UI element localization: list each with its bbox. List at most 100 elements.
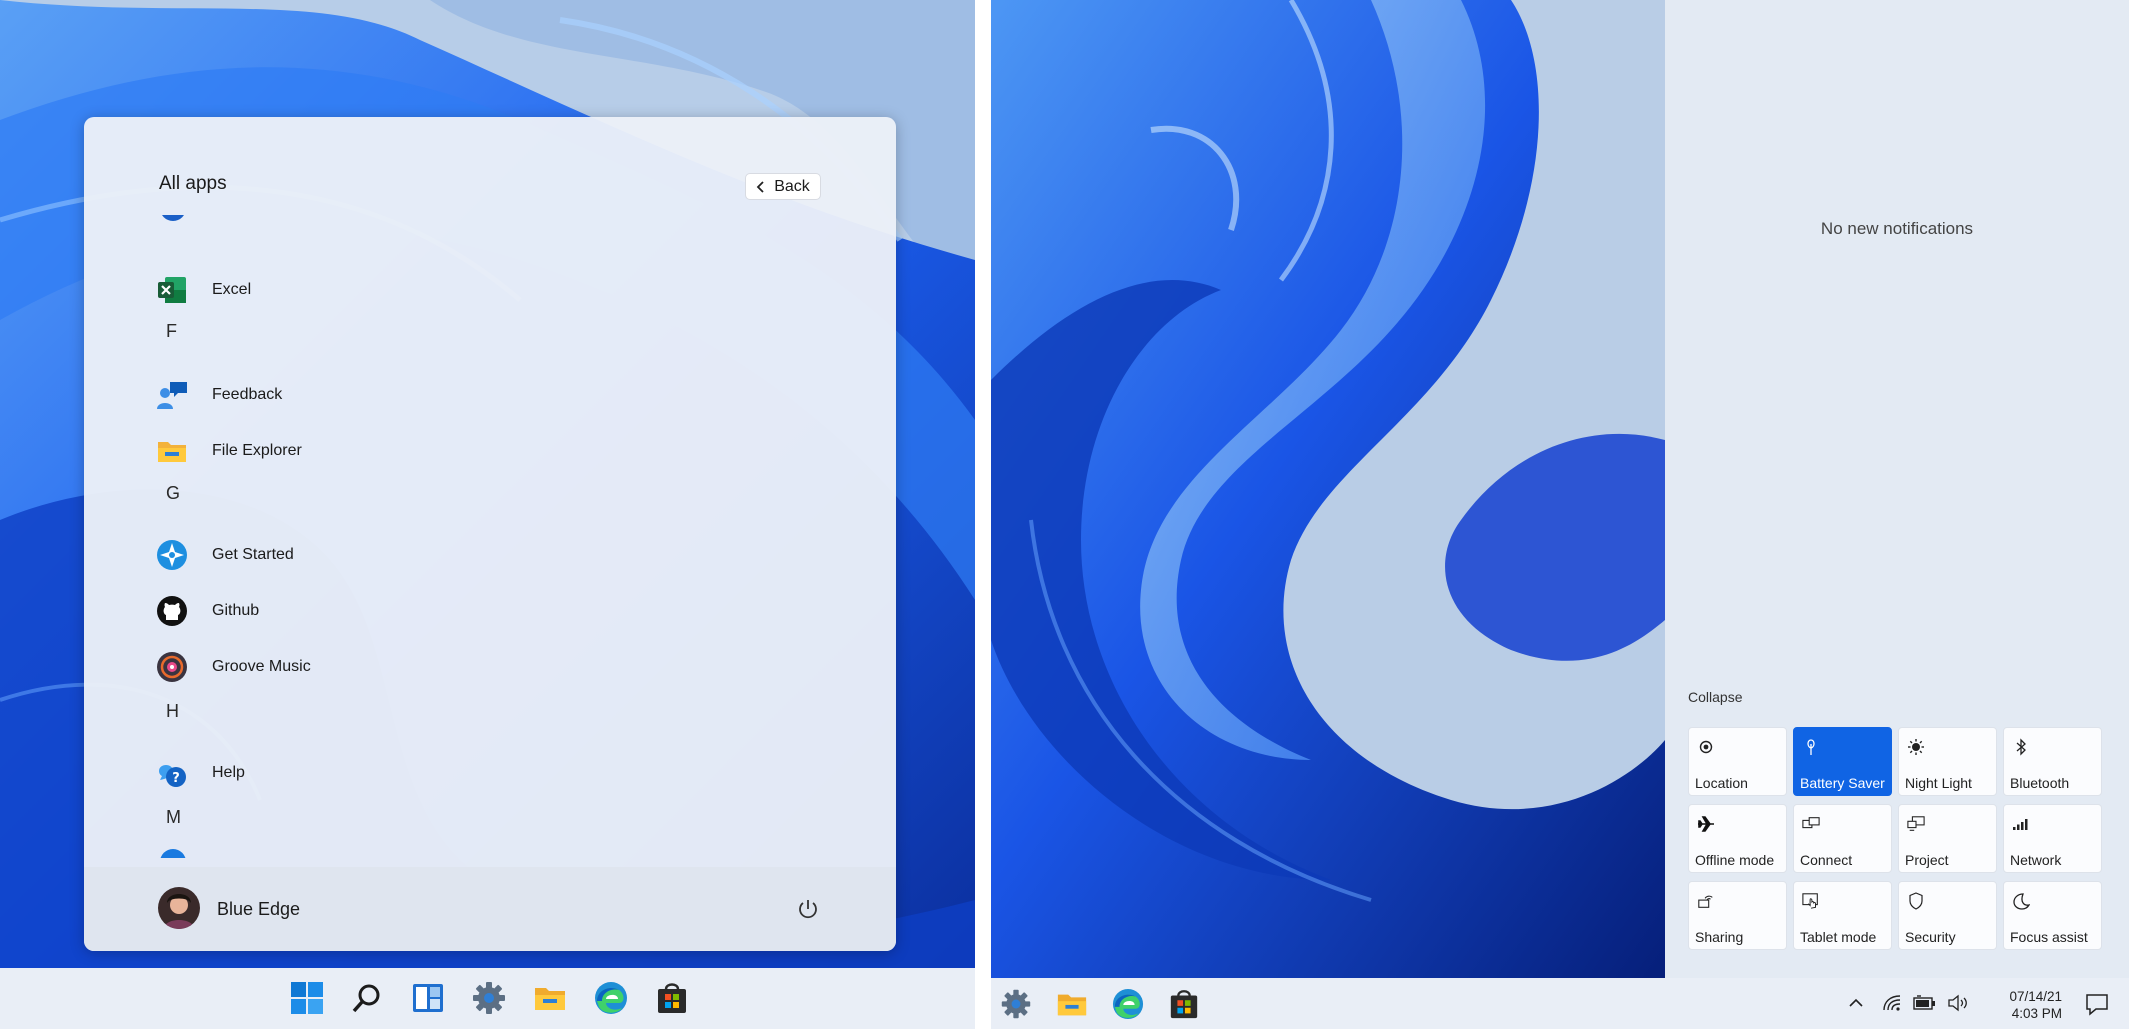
app-item-file-explorer[interactable]: File Explorer [156,431,302,471]
quick-action-battery-saver[interactable]: Battery Saver [1793,727,1892,796]
edge-icon[interactable] [1109,985,1147,1023]
quick-action-bluetooth[interactable]: Bluetooth [2003,727,2102,796]
taskbar: 07/14/21 4:03 PM [991,978,2129,1029]
back-button-label: Back [774,177,810,195]
quick-action-label: Focus assist [2010,929,2088,945]
quick-action-label: Connect [1800,852,1853,868]
tablet-mode-icon [1802,892,1820,910]
app-label: Help [212,764,245,781]
app-label: File Explorer [212,442,302,459]
store-icon[interactable] [652,978,692,1018]
store-icon[interactable] [1165,985,1203,1023]
settings-icon[interactable] [469,978,509,1018]
feedback-icon [156,379,188,411]
airplane-icon [1697,815,1715,833]
section-letter-h[interactable]: H [166,701,179,722]
excel-icon [156,274,188,306]
location-icon [1697,738,1715,756]
quick-action-security[interactable]: Security [1898,881,1997,950]
quick-action-label: Location [1695,775,1748,791]
night-light-icon [1907,738,1925,756]
wallpaper [991,0,1665,978]
start-icon[interactable] [287,978,327,1018]
start-footer: Blue Edge [84,867,896,951]
quick-action-label: Tablet mode [1800,929,1877,945]
notification-panel: No new notifications Collapse Location B… [1665,0,2129,978]
right-screenshot: No new notifications Collapse Location B… [991,0,2129,1029]
app-item-github[interactable]: Github [156,591,259,631]
partial-app-icon [160,215,186,221]
action-center-icon[interactable] [2084,991,2110,1017]
battery-icon[interactable] [1912,991,1936,1015]
quick-action-offline-mode[interactable]: Offline mode [1688,804,1787,873]
taskbar [0,968,975,1029]
widgets-icon[interactable] [408,978,448,1018]
app-item-excel[interactable]: Excel [156,270,251,310]
get-started-icon [156,539,188,571]
all-apps-title: All apps [159,173,227,194]
github-icon [156,595,188,627]
quick-action-label: Night Light [1905,775,1972,791]
power-icon[interactable] [796,897,820,921]
app-label: Groove Music [212,658,311,675]
section-letter-f[interactable]: F [166,321,177,342]
quick-action-label: Project [1905,852,1949,868]
search-icon[interactable] [347,978,387,1018]
quick-action-label: Sharing [1695,929,1744,945]
avatar[interactable] [158,887,200,929]
clock[interactable]: 07/14/21 4:03 PM [1991,988,2062,1022]
bluetooth-icon [2012,738,2030,756]
groove-music-icon [156,651,188,683]
connect-icon [1802,815,1820,833]
file-explorer-icon [156,435,188,467]
quick-action-tablet-mode[interactable]: Tablet mode [1793,881,1892,950]
shield-icon [1907,892,1925,910]
help-icon: ? [156,757,188,789]
user-name[interactable]: Blue Edge [217,899,300,920]
svg-text:?: ? [172,771,180,786]
quick-action-label: Bluetooth [2010,775,2070,791]
settings-icon[interactable] [997,985,1035,1023]
app-item-get-started[interactable]: Get Started [156,535,294,575]
edge-icon[interactable] [591,978,631,1018]
chevron-up-icon[interactable] [1844,991,1868,1015]
collapse-link[interactable]: Collapse [1688,689,1742,705]
start-menu: All apps Back Excel F Feedback File Expl… [84,117,896,951]
network-icon [2012,815,2030,833]
quick-action-focus-assist[interactable]: Focus assist [2003,881,2102,950]
quick-action-label: Offline mode [1695,852,1775,868]
app-item-help[interactable]: ? Help [156,753,245,793]
clock-date: 07/14/21 [2009,989,2062,1004]
quick-action-label: Battery Saver [1800,775,1885,791]
clock-time: 4:03 PM [2011,1006,2062,1021]
partial-app-icon [160,849,186,858]
file-explorer-icon[interactable] [1053,985,1091,1023]
quick-action-connect[interactable]: Connect [1793,804,1892,873]
no-notifications-text: No new notifications [1820,219,1974,238]
back-button[interactable]: Back [745,173,821,200]
section-letter-m[interactable]: M [166,807,181,828]
app-label: Get Started [212,546,294,563]
file-explorer-icon[interactable] [530,978,570,1018]
section-letter-g[interactable]: G [166,483,180,504]
wifi-icon[interactable] [1880,991,1904,1015]
app-label: Excel [212,281,252,298]
quick-action-label: Network [2010,852,2062,868]
chevron-left-icon [756,180,764,193]
app-label: Feedback [212,386,283,403]
quick-action-location[interactable]: Location [1688,727,1787,796]
moon-icon [2012,892,2030,910]
quick-action-night-light[interactable]: Night Light [1898,727,1997,796]
app-label: Github [212,602,260,619]
left-screenshot: All apps Back Excel F Feedback File Expl… [0,0,975,1029]
quick-action-sharing[interactable]: Sharing [1688,881,1787,950]
app-item-groove-music[interactable]: Groove Music [156,647,311,687]
quick-action-network[interactable]: Network [2003,804,2102,873]
quick-action-project[interactable]: Project [1898,804,1997,873]
sharing-icon [1697,892,1715,910]
volume-icon[interactable] [1946,991,1970,1015]
quick-action-label: Security [1905,929,1956,945]
battery-saver-icon [1802,738,1820,756]
app-item-feedback[interactable]: Feedback [156,375,282,415]
app-list: Excel F Feedback File Explorer G Get Sta… [84,215,896,858]
